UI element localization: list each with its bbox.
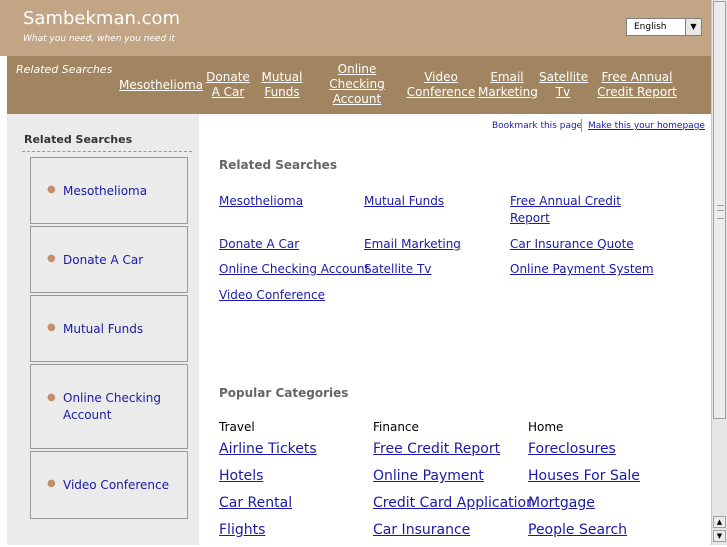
- language-value: English: [634, 22, 667, 32]
- category-travel: Travel: [219, 420, 255, 434]
- nav-link-mutual-funds[interactable]: Mutual Funds: [261, 70, 303, 100]
- grip-icon: [717, 205, 724, 219]
- sidebar-item-label[interactable]: Mutual Funds: [63, 321, 143, 338]
- popular-link-mortgage[interactable]: Mortgage: [528, 495, 595, 511]
- bullet-icon: ●: [47, 478, 56, 489]
- divider: [581, 119, 582, 132]
- bullet-icon: ●: [47, 322, 56, 333]
- bullet-icon: ●: [47, 392, 56, 403]
- popular-link-credit-card-application[interactable]: Credit Card Application: [373, 495, 535, 511]
- sidebar-item-video-conference[interactable]: ● Video Conference: [30, 451, 188, 519]
- popular-link-airline-tickets[interactable]: Airline Tickets: [219, 441, 317, 457]
- popular-link-people-search[interactable]: People Search: [528, 522, 627, 538]
- sidebar-item-online-checking-account[interactable]: ● Online Checking Account: [30, 364, 188, 449]
- scroll-thumb[interactable]: [713, 1, 726, 419]
- popular-categories-title: Popular Categories: [219, 386, 349, 400]
- popular-link-houses-for-sale[interactable]: Houses For Sale: [528, 468, 640, 484]
- vertical-scrollbar[interactable]: ▲ ▼: [711, 0, 727, 545]
- nav-link-mesothelioma[interactable]: Mesothelioma: [119, 78, 203, 93]
- arrow-up-icon[interactable]: ▲: [713, 516, 726, 528]
- related-searches-title: Related Searches: [219, 158, 337, 172]
- category-finance: Finance: [373, 420, 419, 434]
- popular-link-car-rental[interactable]: Car Rental: [219, 495, 292, 511]
- sidebar-item-label[interactable]: Mesothelioma: [63, 183, 147, 200]
- nav-link-email-marketing[interactable]: Email Marketing: [478, 70, 538, 100]
- site-tagline: What you need, when you need it: [23, 34, 176, 44]
- sidebar-title: Related Searches: [24, 133, 133, 146]
- nav-link-satellite-tv[interactable]: Satellite Tv: [539, 70, 588, 100]
- category-home: Home: [528, 420, 564, 434]
- bullet-icon: ●: [47, 253, 56, 264]
- sidebar-item-mesothelioma[interactable]: ● Mesothelioma: [30, 157, 188, 224]
- arrow-down-icon[interactable]: ▼: [713, 530, 726, 542]
- nav-link-online-checking-account[interactable]: Online Checking Account: [328, 62, 386, 107]
- popular-link-car-insurance[interactable]: Car Insurance: [373, 522, 470, 538]
- sidebar-item-label[interactable]: Online Checking Account: [63, 390, 167, 424]
- popular-link-flights[interactable]: Flights: [219, 522, 265, 538]
- nav-label: Related Searches: [16, 63, 113, 76]
- sidebar-item-label[interactable]: Video Conference: [63, 477, 169, 494]
- related-link-car-insurance-quote[interactable]: Car Insurance Quote: [510, 236, 634, 253]
- nav-link-video-conference[interactable]: Video Conference: [406, 70, 476, 100]
- popular-link-online-payment[interactable]: Online Payment: [373, 468, 484, 484]
- related-link-satellite-tv[interactable]: Satellite Tv: [364, 261, 431, 278]
- related-link-mesothelioma[interactable]: Mesothelioma: [219, 193, 303, 210]
- related-link-online-checking-account[interactable]: Online Checking Account: [219, 261, 369, 278]
- popular-link-hotels[interactable]: Hotels: [219, 468, 263, 484]
- site-title[interactable]: Sambekman.com: [23, 8, 180, 29]
- sidebar-list: ● Mesothelioma ● Donate A Car ● Mutual F…: [22, 151, 192, 547]
- nav-bar: Related Searches Mesothelioma Donate A C…: [7, 56, 711, 114]
- related-link-mutual-funds[interactable]: Mutual Funds: [364, 193, 444, 210]
- bookmark-link[interactable]: Bookmark this page: [492, 121, 582, 131]
- nav-link-donate-a-car[interactable]: Donate A Car: [206, 70, 250, 100]
- sidebar-item-label[interactable]: Donate A Car: [63, 252, 143, 269]
- related-link-video-conference[interactable]: Video Conference: [219, 287, 325, 304]
- popular-link-free-credit-report[interactable]: Free Credit Report: [373, 441, 500, 457]
- site-header: Sambekman.com What you need, when you ne…: [0, 0, 711, 56]
- sidebar: Related Searches ● Mesothelioma ● Donate…: [7, 114, 199, 545]
- popular-link-foreclosures[interactable]: Foreclosures: [528, 441, 616, 457]
- nav-link-free-annual-credit-report[interactable]: Free Annual Credit Report: [597, 70, 677, 100]
- sidebar-item-mutual-funds[interactable]: ● Mutual Funds: [30, 295, 188, 362]
- sidebar-item-donate-a-car[interactable]: ● Donate A Car: [30, 226, 188, 293]
- related-link-free-annual-credit-report[interactable]: Free Annual Credit Report: [510, 193, 640, 227]
- related-link-donate-a-car[interactable]: Donate A Car: [219, 236, 299, 253]
- chevron-down-icon[interactable]: ▼: [685, 19, 701, 35]
- bullet-icon: ●: [47, 184, 56, 195]
- related-link-online-payment-system[interactable]: Online Payment System: [510, 261, 654, 278]
- language-select[interactable]: English ▼: [626, 18, 702, 36]
- homepage-link[interactable]: Make this your homepage: [588, 121, 705, 131]
- related-link-email-marketing[interactable]: Email Marketing: [364, 236, 461, 253]
